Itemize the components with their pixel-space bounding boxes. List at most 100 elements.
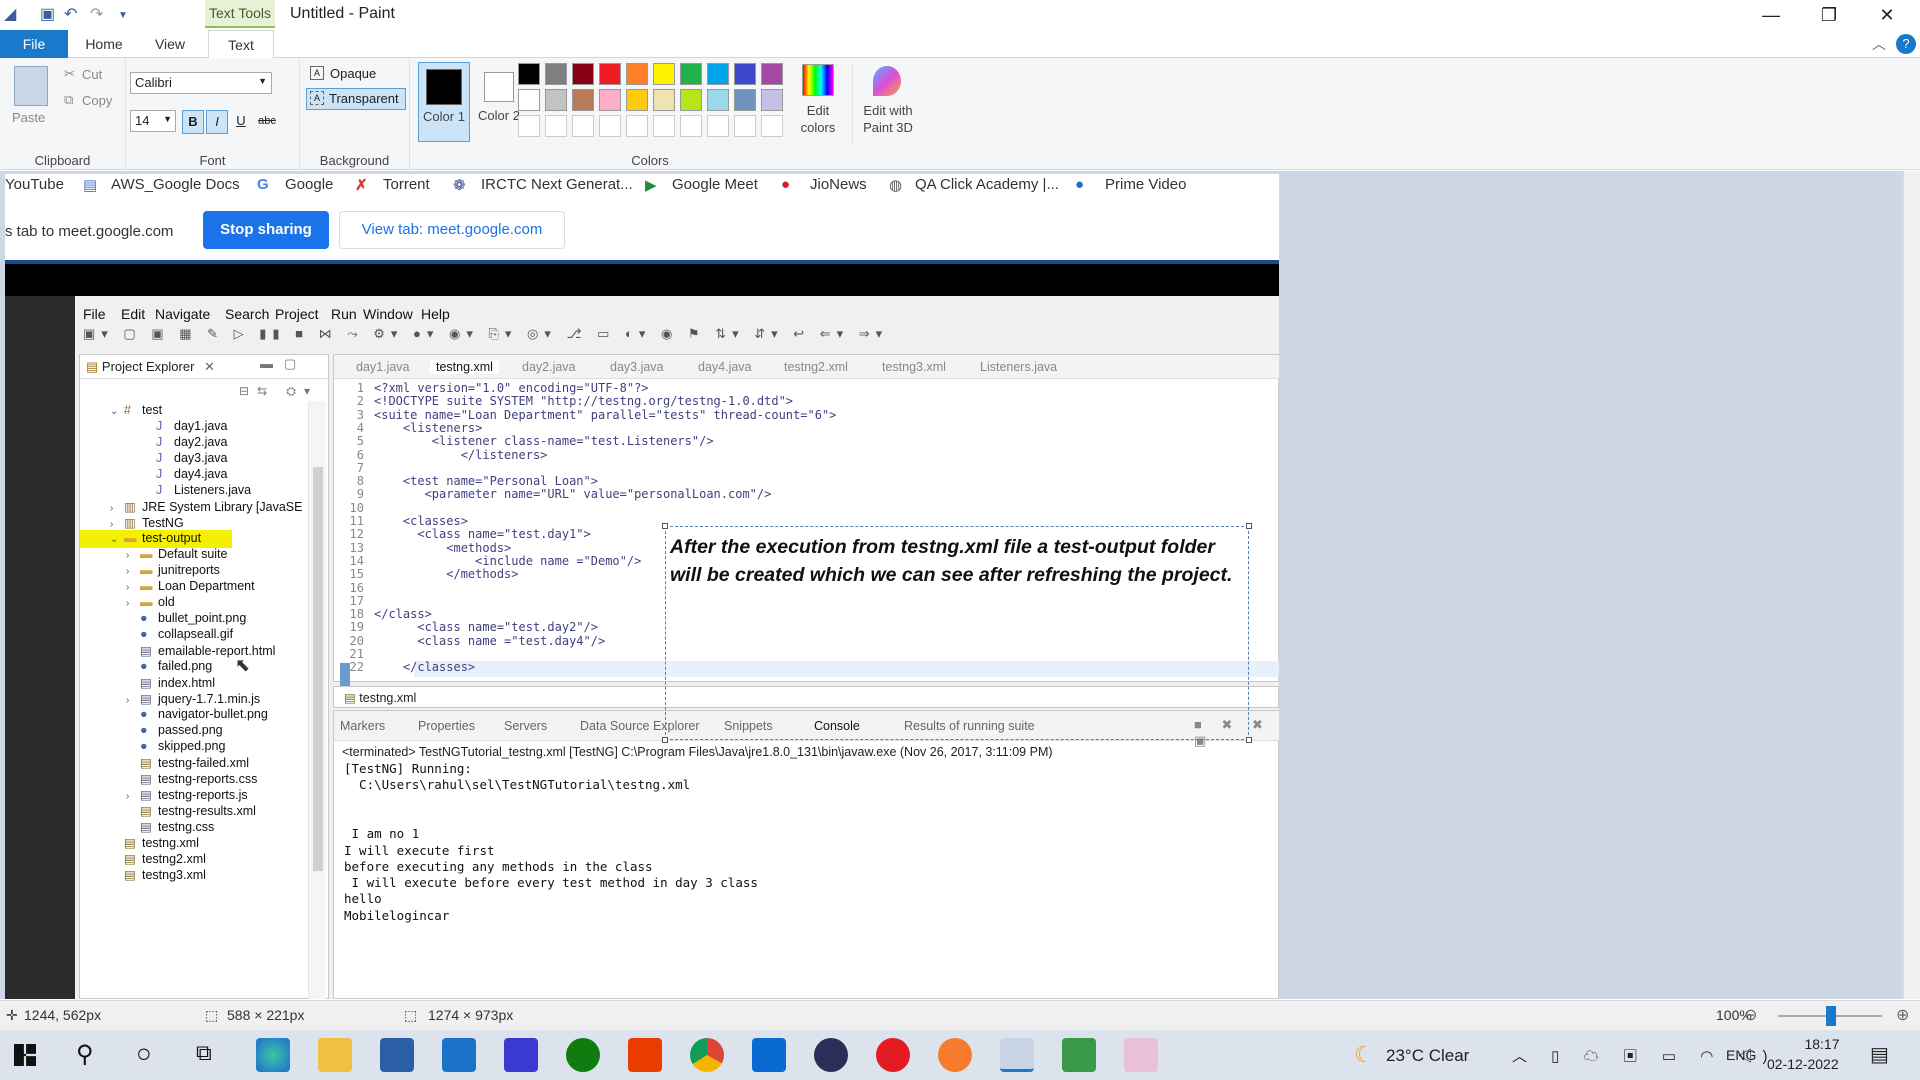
palette-swatch[interactable] — [653, 115, 675, 137]
tree-item[interactable]: › ▥ TestNG — [110, 515, 184, 530]
view-tab-button[interactable]: View tab: meet.google.com — [339, 211, 565, 249]
tree-item[interactable]: ▤ testng.css — [126, 819, 214, 834]
palette-swatch[interactable] — [545, 115, 567, 137]
redo-icon[interactable]: ↷ — [90, 4, 103, 24]
eclipse-icon[interactable] — [814, 1038, 848, 1072]
tree-item[interactable]: ▤ testng.xml — [110, 835, 199, 850]
eclipse-menu-edit[interactable]: Edit — [121, 306, 145, 322]
paint-icon[interactable] — [1000, 1038, 1034, 1072]
palette-swatch[interactable] — [680, 89, 702, 111]
bookmark-prime-video[interactable]: Prime Video — [1105, 176, 1186, 193]
scrollbar-thumb[interactable] — [313, 467, 323, 871]
postman-icon[interactable] — [938, 1038, 972, 1072]
cut-button[interactable]: Cut — [82, 67, 102, 82]
tree-item[interactable]: ▤ testng2.xml — [110, 851, 206, 866]
palette-swatch[interactable] — [572, 89, 594, 111]
tree-expander-icon[interactable]: ⌄ — [110, 534, 124, 545]
eclipse-menu-project[interactable]: Project — [275, 306, 319, 322]
tree-expander-icon[interactable]: › — [126, 582, 140, 593]
palette-swatch[interactable] — [707, 89, 729, 111]
collapse-ribbon-icon[interactable]: ︿ — [1872, 34, 1886, 54]
annotation-text[interactable]: After the execution from testng.xml file… — [670, 533, 1232, 589]
task-view-icon[interactable]: ⧉ — [196, 1040, 212, 1066]
edit-with-paint3d-button[interactable]: Edit with Paint 3D — [852, 64, 922, 144]
editor-tab[interactable]: day3.java — [610, 360, 664, 374]
eclipse-menu-search[interactable]: Search — [225, 306, 269, 322]
tree-item[interactable]: ▤ testng-reports.css — [126, 771, 257, 786]
minimize-button[interactable]: — — [1742, 2, 1800, 28]
palette-swatch[interactable] — [518, 63, 540, 85]
palette-swatch[interactable] — [572, 63, 594, 85]
clock-time[interactable]: 18:17 — [1787, 1036, 1857, 1052]
resize-handle[interactable] — [662, 523, 668, 529]
project-explorer-tab[interactable]: ▤ Project Explorer ✕ ▬ ▢ — [80, 355, 328, 379]
opera-icon[interactable] — [876, 1038, 910, 1072]
tab-home[interactable]: Home — [78, 30, 130, 58]
editor-tab[interactable]: day1.java — [356, 360, 410, 374]
console-tab[interactable]: Markers — [340, 719, 385, 733]
italic-button[interactable]: I — [206, 110, 228, 134]
tree-item[interactable]: ▤ testng3.xml — [110, 867, 206, 882]
color1-button[interactable]: Color 1 — [418, 62, 470, 142]
bookmark-aws-google-docs[interactable]: AWS_Google Docs — [111, 176, 240, 193]
resize-handle[interactable] — [1246, 737, 1252, 743]
close-icon[interactable]: ✕ — [204, 359, 215, 374]
bookmark-torrent[interactable]: Torrent — [383, 176, 430, 193]
tree-item[interactable]: ▤ emailable-report.html — [126, 643, 275, 658]
palette-swatch[interactable] — [599, 63, 621, 85]
tree-item[interactable]: ● skipped.png — [126, 739, 225, 753]
tree-expander-icon[interactable]: › — [126, 550, 140, 561]
xbox-icon[interactable] — [566, 1038, 600, 1072]
weather-text[interactable]: 23°C Clear — [1386, 1046, 1469, 1066]
help-icon[interactable]: ? — [1896, 34, 1916, 54]
palette-swatch[interactable] — [572, 115, 594, 137]
tree-expander-icon[interactable]: › — [126, 566, 140, 577]
editor-tab[interactable]: testng.xml — [430, 360, 499, 374]
tree-item[interactable]: › ▬ Default suite — [126, 547, 227, 561]
palette-swatch[interactable] — [734, 89, 756, 111]
maximize-icon[interactable]: ▢ — [284, 356, 296, 372]
minimize-icon[interactable]: ▬ — [260, 356, 273, 371]
palette-swatch[interactable] — [626, 115, 648, 137]
eclipse-menu-file[interactable]: File — [83, 306, 106, 322]
tree-expander-icon[interactable]: › — [110, 503, 124, 514]
tree-item[interactable]: › ▥ JRE System Library [JavaSE — [110, 499, 302, 514]
save-icon[interactable]: ▣ — [40, 4, 55, 24]
store-icon[interactable] — [380, 1038, 414, 1072]
tree-item[interactable]: ▤ index.html — [126, 675, 215, 690]
console-tab[interactable]: Servers — [504, 719, 547, 733]
eclipse-menu-window[interactable]: Window — [363, 306, 413, 322]
tree-item[interactable]: ▤ testng-failed.xml — [126, 755, 249, 770]
cortana-icon[interactable]: ○ — [136, 1038, 152, 1069]
strikethrough-button[interactable]: abc — [254, 110, 280, 134]
clock-date[interactable]: 02-12-2022 — [1767, 1056, 1839, 1072]
tree-item[interactable]: ● collapseall.gif — [126, 627, 233, 641]
console-tab[interactable]: Properties — [418, 719, 475, 733]
palette-swatch[interactable] — [680, 115, 702, 137]
tree-item[interactable]: › ▤ jquery-1.7.1.min.js — [126, 691, 260, 706]
palette-swatch[interactable] — [653, 63, 675, 85]
tab-view[interactable]: View — [144, 30, 196, 58]
zoom-slider-thumb[interactable] — [1826, 1006, 1836, 1026]
font-family-select[interactable]: Calibri ▼ — [130, 72, 272, 94]
tree-item[interactable]: ● passed.png — [126, 723, 223, 737]
tree-expander-icon[interactable]: › — [110, 519, 124, 530]
eclipse-menu-navigate[interactable]: Navigate — [155, 306, 210, 322]
tree-item[interactable]: › ▬ old — [126, 595, 175, 609]
eclipse-menu-run[interactable]: Run — [331, 306, 357, 322]
editor-tab[interactable]: day2.java — [522, 360, 576, 374]
copy-button[interactable]: Copy — [82, 93, 112, 108]
tree-item[interactable]: › ▬ junitreports — [126, 563, 220, 577]
file-explorer-icon[interactable] — [318, 1038, 352, 1072]
stop-sharing-button[interactable]: Stop sharing — [203, 211, 329, 249]
tab-file[interactable]: File — [0, 30, 68, 58]
canvas-area[interactable]: YouTube ▤ AWS_Google Docs G Google ✗ Tor… — [0, 171, 1920, 999]
editor-tab[interactable]: Listeners.java — [980, 360, 1057, 374]
tree-item[interactable]: Jday3.java — [142, 451, 228, 465]
tree-expander-icon[interactable]: › — [126, 695, 140, 706]
eclipse-menu-help[interactable]: Help — [421, 306, 450, 322]
palette-swatch[interactable] — [707, 115, 729, 137]
palette-swatch[interactable] — [626, 89, 648, 111]
edge-icon[interactable] — [256, 1038, 290, 1072]
search-icon[interactable]: ⚲ — [76, 1040, 94, 1069]
